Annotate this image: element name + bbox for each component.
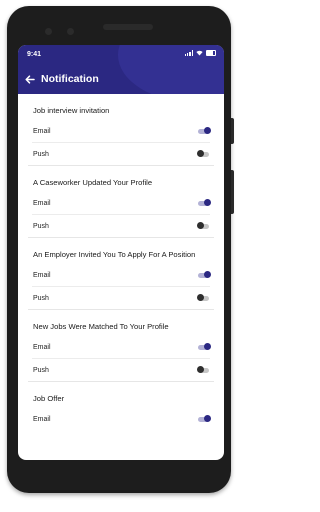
setting-label: Email: [33, 127, 51, 135]
setting-row-push: Push: [32, 215, 210, 237]
page-title: Notification: [41, 73, 99, 85]
section-caseworker-updated: A Caseworker Updated Your Profile Email …: [18, 166, 224, 237]
power-button: [231, 118, 234, 144]
setting-row-email: Email: [32, 408, 211, 430]
email-toggle[interactable]: [198, 343, 211, 350]
setting-label: Push: [33, 222, 49, 230]
email-toggle[interactable]: [198, 271, 211, 278]
section-job-offer: Job Offer Email: [18, 382, 224, 430]
setting-row-push: Push: [32, 287, 210, 309]
section-title: An Employer Invited You To Apply For A P…: [33, 250, 196, 259]
speaker-grille: [103, 24, 153, 30]
wifi-icon: [196, 50, 203, 56]
setting-row-push: Push: [32, 143, 210, 165]
app-screen: 9:41 Notification Job interview invitati…: [18, 45, 224, 460]
push-toggle[interactable]: [197, 222, 209, 229]
section-title: A Caseworker Updated Your Profile: [33, 178, 153, 187]
setting-row-email: Email: [32, 192, 211, 215]
push-toggle[interactable]: [197, 150, 209, 157]
section-title: Job interview invitation: [33, 106, 110, 115]
notification-settings-list: Job interview invitation Email Push A Ca…: [18, 94, 224, 430]
setting-label: Email: [33, 343, 51, 351]
setting-label: Push: [33, 150, 49, 158]
setting-label: Email: [33, 271, 51, 279]
signal-icon: [184, 50, 193, 56]
app-header: 9:41 Notification: [18, 45, 224, 94]
sensor-icon: [67, 28, 74, 35]
battery-icon: [206, 50, 216, 56]
setting-row-email: Email: [32, 120, 211, 143]
setting-row-push: Push: [32, 359, 210, 381]
email-toggle[interactable]: [198, 199, 211, 206]
setting-row-email: Email: [32, 336, 211, 359]
setting-label: Push: [33, 366, 49, 374]
volume-button: [231, 170, 234, 214]
email-toggle[interactable]: [198, 127, 211, 134]
setting-row-email: Email: [32, 264, 211, 287]
arrow-left-icon[interactable]: [25, 74, 35, 84]
section-new-jobs-matched: New Jobs Were Matched To Your Profile Em…: [18, 310, 224, 381]
setting-label: Email: [33, 415, 51, 423]
title-row: Notification: [25, 73, 99, 85]
setting-label: Email: [33, 199, 51, 207]
status-icons: [184, 50, 216, 56]
push-toggle[interactable]: [197, 294, 209, 301]
section-employer-invited: An Employer Invited You To Apply For A P…: [18, 238, 224, 309]
section-title: New Jobs Were Matched To Your Profile: [33, 322, 169, 331]
status-time: 9:41: [27, 51, 42, 58]
email-toggle[interactable]: [198, 415, 211, 422]
camera-icon: [45, 28, 52, 35]
section-job-interview: Job interview invitation Email Push: [18, 94, 224, 165]
setting-label: Push: [33, 294, 49, 302]
section-title: Job Offer: [33, 394, 65, 403]
push-toggle[interactable]: [197, 366, 209, 373]
